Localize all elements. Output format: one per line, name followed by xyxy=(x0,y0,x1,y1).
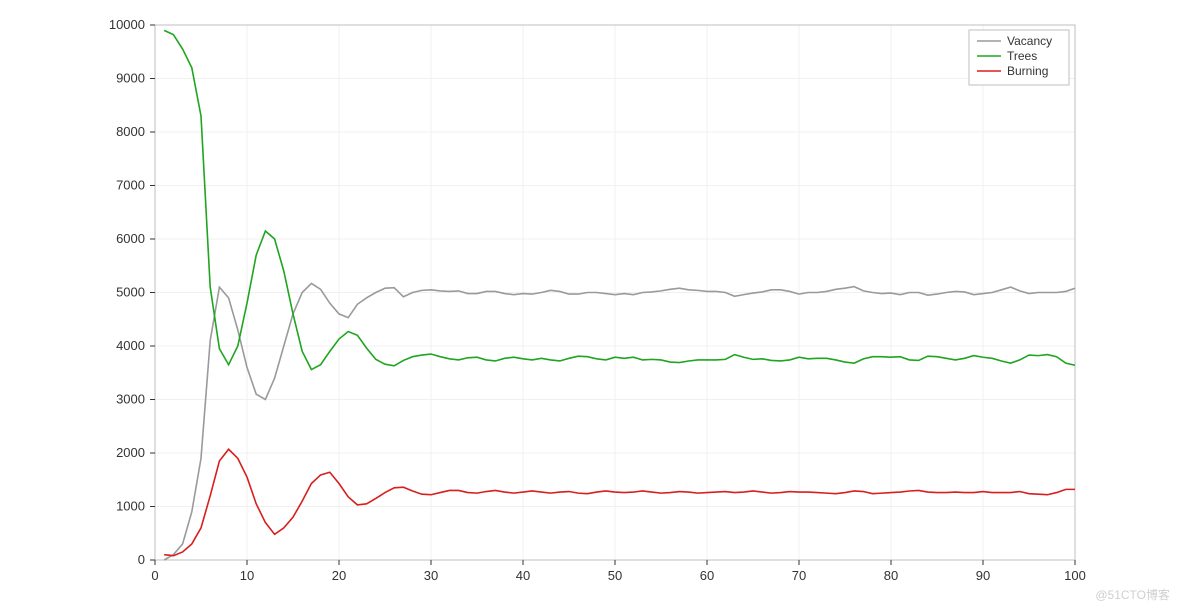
x-tick-label: 50 xyxy=(608,568,622,583)
legend-label: Vacancy xyxy=(1007,34,1052,48)
x-tick-label: 90 xyxy=(976,568,990,583)
legend-label: Trees xyxy=(1007,49,1037,63)
x-tick-label: 10 xyxy=(240,568,254,583)
x-tick-label: 0 xyxy=(151,568,158,583)
x-tick-label: 60 xyxy=(700,568,714,583)
series-vacancy xyxy=(164,283,1075,560)
series-trees xyxy=(164,30,1075,369)
x-tick-label: 20 xyxy=(332,568,346,583)
x-tick-label: 100 xyxy=(1064,568,1086,583)
y-tick-label: 2000 xyxy=(116,445,145,460)
y-tick-label: 9000 xyxy=(116,71,145,86)
watermark: @51CTO博客 xyxy=(1095,586,1170,603)
y-tick-label: 8000 xyxy=(116,124,145,139)
series-burning xyxy=(164,449,1075,555)
y-tick-label: 1000 xyxy=(116,499,145,514)
y-tick-label: 4000 xyxy=(116,338,145,353)
chart-container: 0102030405060708090100010002000300040005… xyxy=(0,0,1184,611)
x-tick-label: 80 xyxy=(884,568,898,583)
y-tick-label: 10000 xyxy=(109,17,145,32)
x-tick-label: 70 xyxy=(792,568,806,583)
y-tick-label: 7000 xyxy=(116,178,145,193)
line-chart: 0102030405060708090100010002000300040005… xyxy=(0,0,1184,611)
y-tick-label: 6000 xyxy=(116,231,145,246)
y-tick-label: 5000 xyxy=(116,285,145,300)
x-tick-label: 40 xyxy=(516,568,530,583)
y-tick-label: 3000 xyxy=(116,392,145,407)
legend-label: Burning xyxy=(1007,64,1048,78)
y-tick-label: 0 xyxy=(138,552,145,567)
x-tick-label: 30 xyxy=(424,568,438,583)
